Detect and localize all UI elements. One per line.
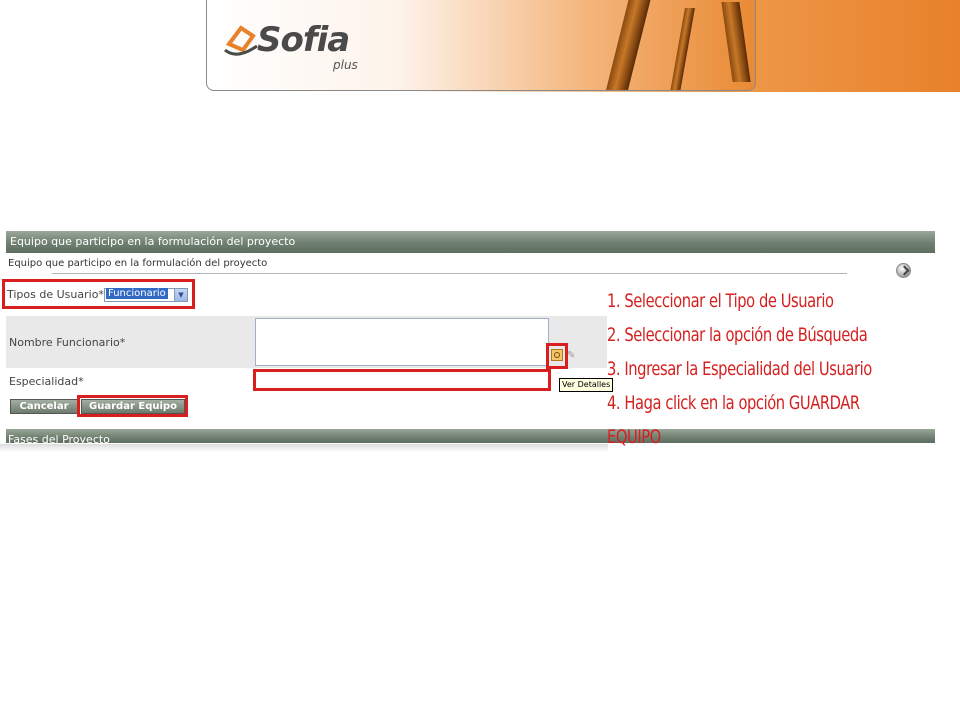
instructions-list: 1. Seleccionar el Tipo de Usuario 2. Sel…	[607, 284, 899, 454]
highlight-especialidad	[253, 369, 551, 391]
logo-text: Sofia	[257, 20, 350, 60]
instruction-step: EQUIPO	[607, 426, 661, 448]
cancel-button[interactable]: Cancelar	[10, 399, 78, 414]
highlight-search	[546, 343, 568, 369]
decorative-frame	[669, 8, 695, 90]
especialidad-label: Especialidad*	[9, 375, 84, 388]
decorative-frame	[604, 0, 652, 90]
highlight-save	[77, 395, 188, 417]
nombre-funcionario-field[interactable]	[255, 318, 549, 366]
help-icon[interactable]	[896, 263, 911, 278]
tooltip: Ver Detalles	[559, 378, 614, 392]
instruction-step: 2. Seleccionar la opción de Búsqueda	[607, 324, 868, 346]
highlight-tipos-usuario	[2, 279, 195, 309]
logo-subtext: plus	[333, 58, 358, 72]
panel-title: Equipo que participo en la formulación d…	[10, 235, 296, 248]
pencil-icon[interactable]: ✎	[567, 350, 575, 361]
divider	[52, 273, 847, 274]
header-banner: Sofia plus	[0, 0, 960, 92]
phases-title: Fases del Proyecto	[8, 433, 110, 443]
nombre-funcionario-label: Nombre Funcionario*	[9, 336, 126, 349]
panel-shadow	[0, 444, 608, 452]
panel-header: Equipo que participo en la formulación d…	[6, 231, 935, 253]
logo-frame: Sofia plus	[206, 0, 756, 91]
instruction-step: 3. Ingresar la Especialidad del Usuario	[607, 358, 872, 380]
instruction-step: 1. Seleccionar el Tipo de Usuario	[607, 290, 834, 312]
section-subtitle: Equipo que participo en la formulación d…	[8, 258, 268, 269]
decorative-frame	[721, 2, 751, 82]
instruction-step: 4. Haga click en la opción GUARDAR	[607, 392, 860, 414]
